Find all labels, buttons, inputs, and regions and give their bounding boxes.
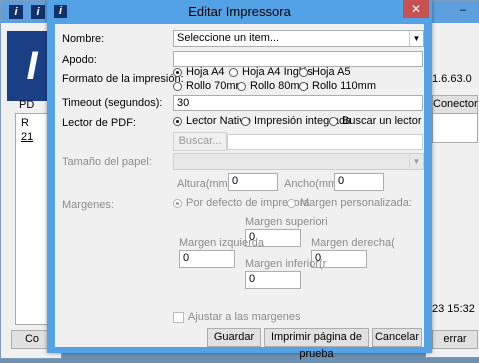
app-logo-icon: i — [31, 5, 45, 19]
margen-derecha-label: Margen derecha( — [311, 237, 395, 249]
apodo-input[interactable] — [173, 51, 423, 67]
formato-label: Formato de la impresión: — [62, 73, 184, 85]
margen-inferior-label: Margen inferior(r — [245, 258, 327, 270]
background-version-label: 1.6.63.0 — [432, 73, 472, 85]
buscar-button[interactable]: Buscar... — [173, 132, 227, 151]
altura-input[interactable]: 0 — [228, 173, 278, 191]
formato-radio-hoja-a4[interactable]: Hoja A4 — [173, 66, 225, 78]
radio-dot-icon — [299, 67, 308, 77]
radio-dot-icon — [229, 67, 238, 77]
margen-izquierda-input[interactable]: 0 — [179, 250, 235, 268]
nombre-select-value: Seleccione un item... — [177, 32, 280, 44]
radio-dot-icon — [241, 116, 250, 126]
imprimir-prueba-button[interactable]: Imprimir página de prueba — [264, 328, 369, 360]
editar-impresora-dialog: i Editar Impressora ✕ Nombre: Seleccione… — [47, 0, 432, 360]
background-right-panel — [432, 113, 478, 143]
margen-izquierda-label: Margen izquierda — [179, 237, 264, 249]
background-cerrar-button[interactable]: errar — [432, 330, 478, 349]
margenes-label: Margenes: — [62, 199, 114, 211]
chevron-down-icon[interactable]: ▼ — [409, 154, 423, 169]
formato-radio-rollo-70[interactable]: Rollo 70mm — [173, 80, 245, 92]
ancho-input[interactable]: 0 — [334, 173, 384, 191]
background-pd-label: PD — [19, 99, 35, 111]
checkbox-icon — [173, 311, 184, 323]
margen-radio-personalizada[interactable]: Margen personalizada: — [287, 197, 412, 209]
lector-radio-buscar[interactable]: Buscar un lector — [329, 115, 421, 127]
dialog-client-area: Nombre: Seleccione un item... ▼ Apodo: F… — [55, 24, 424, 360]
guardar-button[interactable]: Guardar — [207, 328, 261, 347]
timeout-label: Timeout (segundos): — [62, 97, 163, 109]
radio-dot-icon — [173, 67, 182, 77]
dialog-titlebar[interactable]: i Editar Impressora ✕ — [47, 0, 432, 24]
radio-dot-icon — [287, 198, 296, 208]
background-right-titlebar — [426, 1, 479, 23]
background-num-label: 21 — [21, 131, 34, 143]
tamano-select[interactable]: ▼ — [173, 153, 424, 170]
radio-dot-icon — [173, 198, 182, 208]
radio-dot-icon — [329, 116, 338, 126]
dialog-title: Editar Impressora — [188, 4, 291, 19]
lector-radio-nativo[interactable]: Lector Nativo — [173, 115, 251, 127]
background-conector-button[interactable]: Conector — [432, 95, 478, 114]
formato-radio-hoja-a5[interactable]: Hoja A5 — [299, 66, 351, 78]
background-window-right: ‒ 1.6.63.0 Conector 23 15:32 errar — [425, 0, 479, 358]
radio-dot-icon — [237, 81, 246, 91]
lector-path-input[interactable] — [227, 134, 423, 150]
tamano-label: Tamaño del papel: — [62, 156, 152, 168]
ajustar-margenes-checkbox[interactable]: Ajustar a las margenes — [173, 311, 301, 323]
background-r-label: R — [21, 117, 29, 129]
lector-label: Lector de PDF: — [62, 117, 136, 129]
background-time-label: 23 15:32 — [432, 303, 475, 315]
formato-radio-rollo-110[interactable]: Rollo 110mm — [299, 80, 376, 92]
nombre-label: Nombre: — [62, 33, 105, 45]
margen-superior-label: Margen superiori — [245, 216, 328, 228]
close-icon[interactable]: ✕ — [403, 0, 429, 18]
chevron-down-icon[interactable]: ▼ — [409, 31, 423, 46]
radio-dot-icon — [173, 81, 182, 91]
radio-dot-icon — [299, 81, 308, 91]
timeout-input[interactable]: 30 — [173, 95, 423, 111]
altura-label: Altura(mm): — [177, 178, 235, 190]
radio-dot-icon — [173, 116, 182, 126]
formato-radio-rollo-80[interactable]: Rollo 80mm — [237, 80, 309, 92]
margen-inferior-input[interactable]: 0 — [245, 271, 301, 289]
nombre-select[interactable]: Seleccione un item... ▼ — [173, 30, 424, 47]
app-logo-icon: i — [9, 5, 23, 19]
background-minimize-icon[interactable]: ‒ — [460, 4, 466, 16]
cancelar-button[interactable]: Cancelar — [372, 328, 422, 347]
apodo-label: Apodo: — [62, 54, 97, 66]
